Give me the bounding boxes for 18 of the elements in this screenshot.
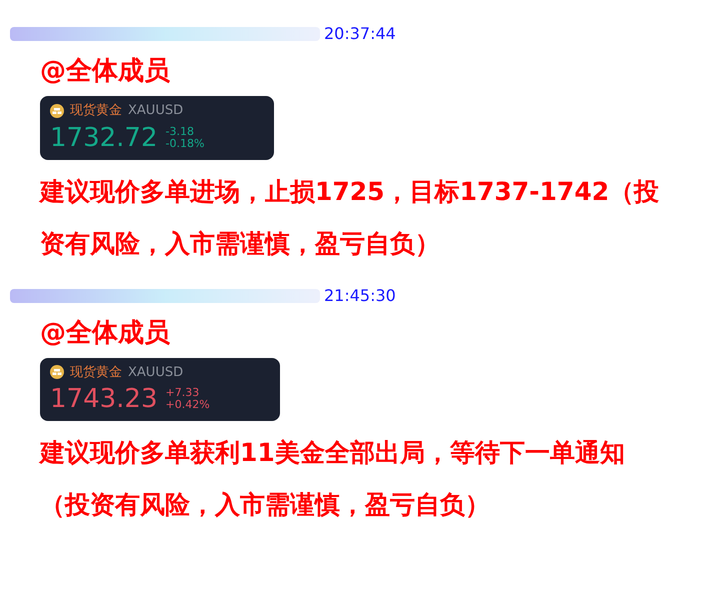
message-text: 建议现价多单获利11美金全部出局，等待下一单通知（投资有风险，入市需谨慎，盈亏自负）	[40, 437, 626, 521]
mention: @全体成员	[40, 55, 171, 88]
percent-change: -0.18%	[166, 138, 204, 150]
mention: @全体成员	[40, 316, 171, 350]
instrument-symbol: XAUUSD	[128, 102, 184, 120]
timestamp: 21:45:30	[324, 284, 396, 306]
timestamp: 20:37:44	[324, 23, 396, 45]
message-text: 建议现价多单进场，止损1725，目标1737-1742（投资有风险，入市需谨慎，盈亏自负）	[40, 176, 660, 260]
instrument-name: 现货黄金	[70, 364, 122, 382]
price-change: -3.18	[166, 126, 195, 138]
price: 1743.23	[50, 383, 158, 416]
instrument-symbol: XAUUSD	[128, 364, 184, 382]
price-change: +7.33	[166, 387, 200, 399]
ingot-icon	[50, 104, 64, 118]
ingot-icon	[50, 365, 64, 380]
instrument-name: 现货黄金	[70, 102, 122, 120]
percent-change: +0.42%	[166, 399, 210, 411]
price: 1732.72	[50, 122, 158, 154]
